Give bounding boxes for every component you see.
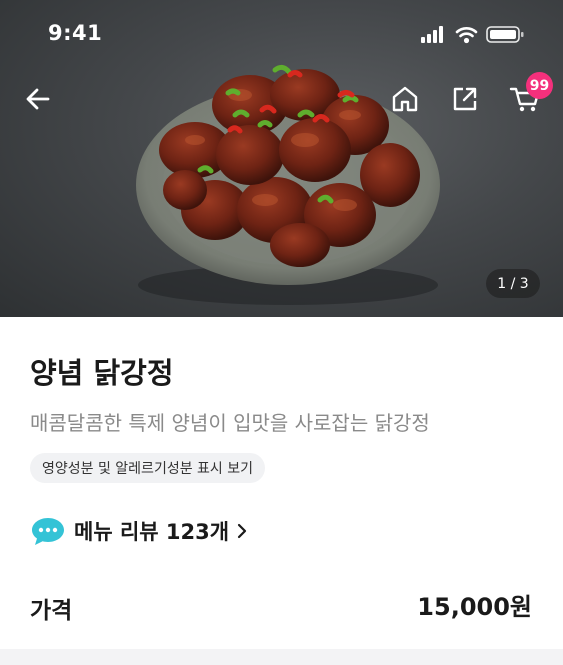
chevron-right-icon <box>237 523 247 539</box>
product-description: 매콤달콤한 특제 양념이 입맛을 사로잡는 닭강정 <box>30 411 430 435</box>
nutrition-allergy-label: 영양성분 및 알레르기성분 표시 보기 <box>42 461 253 477</box>
price-label: 가격 <box>30 598 73 624</box>
product-title: 양념 닭강정 <box>30 356 174 390</box>
menu-review-link[interactable]: 메뉴 리뷰 123개 <box>30 514 249 548</box>
status-time: 9:41 <box>48 21 103 45</box>
arrow-left-icon <box>26 88 50 110</box>
home-icon <box>392 86 418 112</box>
section-divider <box>0 649 563 665</box>
cart-badge: 99 <box>526 72 553 99</box>
share-icon <box>453 87 477 111</box>
menu-review-label: 메뉴 리뷰 123개 <box>74 520 230 544</box>
nutrition-allergy-button[interactable]: 영양성분 및 알레르기성분 표시 보기 <box>30 453 265 483</box>
status-indicators-icon <box>421 26 524 44</box>
chat-bubble-icon <box>32 518 64 545</box>
price-value: 15,000원 <box>417 593 532 621</box>
hero-image[interactable]: 9:41 99 1 / 3 <box>0 0 563 317</box>
home-button[interactable] <box>383 77 427 121</box>
back-button[interactable] <box>16 77 60 121</box>
status-bar: 9:41 <box>0 0 563 68</box>
share-button[interactable] <box>443 77 487 121</box>
image-page-counter: 1 / 3 <box>486 269 540 298</box>
